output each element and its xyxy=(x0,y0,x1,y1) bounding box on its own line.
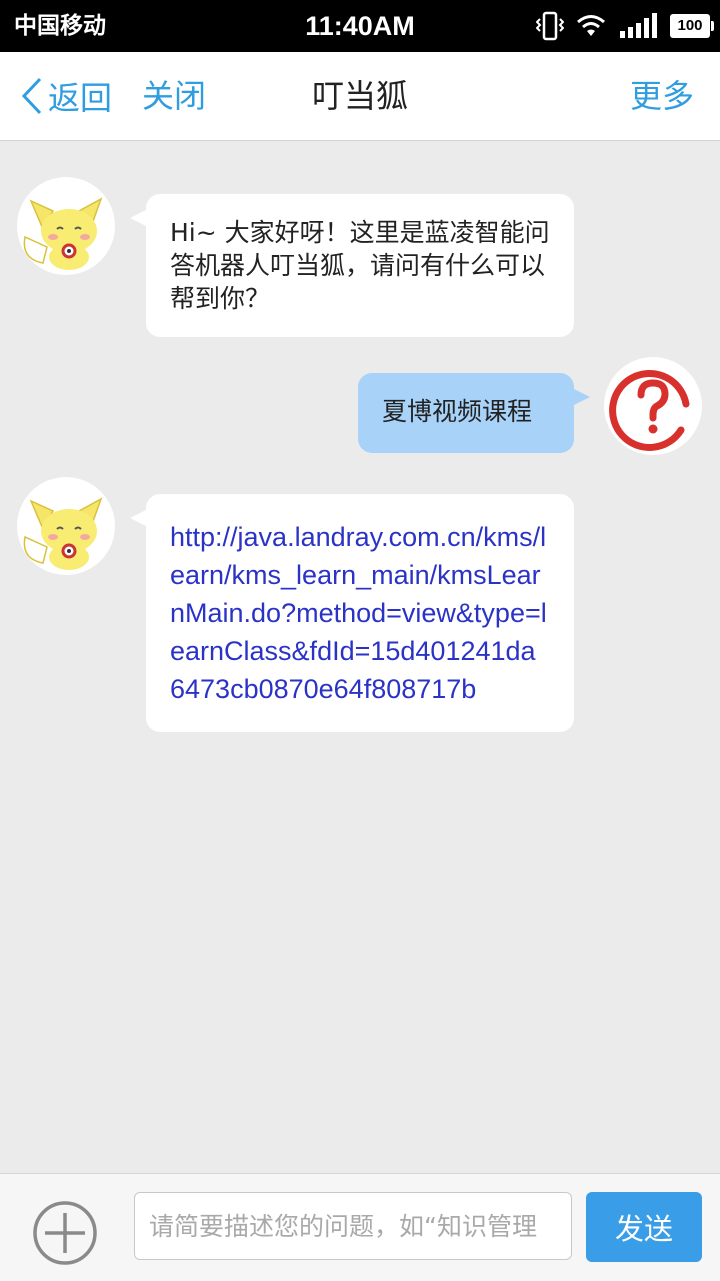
bot-avatar[interactable] xyxy=(17,477,115,575)
wifi-icon xyxy=(577,15,605,36)
fox-mascot-icon xyxy=(23,197,103,270)
question-mark-icon xyxy=(609,370,690,451)
fox-mascot-icon xyxy=(23,497,103,570)
message-text: Hi~ 大家好呀！这里是蓝凌智能问答机器人叮当狐，请问有什么可以帮到你？ xyxy=(170,218,550,313)
message-bubble-user[interactable]: 夏博视频课程 xyxy=(358,373,590,453)
battery-icon: 100 xyxy=(670,14,714,38)
message-bubble-bot: http://java.landray.com.cn/kms/learn/kms… xyxy=(130,494,574,732)
plus-circle-icon[interactable] xyxy=(32,1200,98,1266)
message-link[interactable]: http://java.landray.com.cn/kms/learn/kms… xyxy=(170,522,547,704)
input-bar: 发送 xyxy=(0,1173,720,1281)
page-title: 叮当狐 xyxy=(311,77,408,115)
more-button[interactable]: 更多 xyxy=(630,74,694,118)
message-input[interactable] xyxy=(134,1192,572,1260)
chat-area[interactable]: Hi~ 大家好呀！这里是蓝凌智能问答机器人叮当狐，请问有什么可以帮到你？ 夏博视… xyxy=(0,141,720,1173)
status-bar: 中国移动 11:40AM 100 xyxy=(0,0,720,52)
signal-icon xyxy=(620,13,657,38)
bot-avatar[interactable] xyxy=(17,177,115,275)
nav-bar: 返回 关闭 叮当狐 更多 xyxy=(0,52,720,141)
message-bubble-bot[interactable]: Hi~ 大家好呀！这里是蓝凌智能问答机器人叮当狐，请问有什么可以帮到你？ xyxy=(130,194,574,337)
message-text: 夏博视频课程 xyxy=(382,397,533,426)
user-avatar[interactable] xyxy=(604,357,702,455)
send-button[interactable]: 发送 xyxy=(586,1192,702,1262)
status-icons: 100 xyxy=(536,10,714,42)
vibrate-icon xyxy=(536,11,564,41)
